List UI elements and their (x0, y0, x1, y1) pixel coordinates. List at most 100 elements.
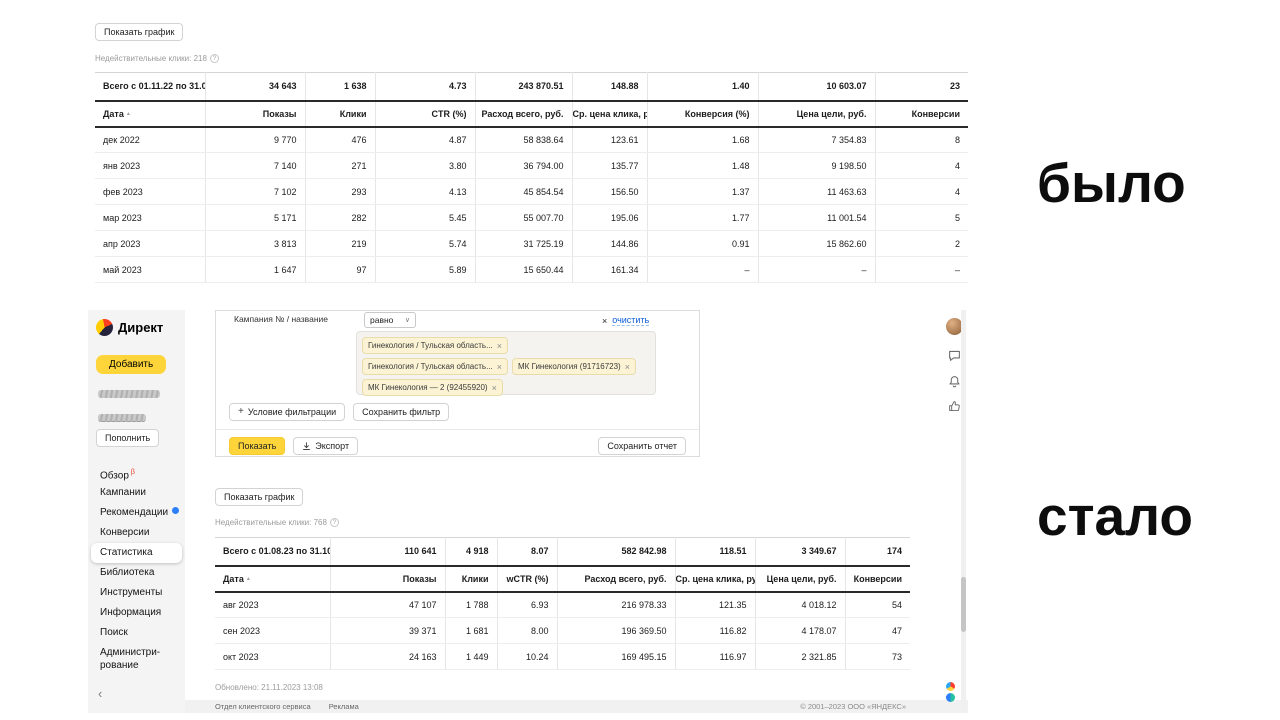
remove-chip-icon[interactable]: × (625, 362, 630, 372)
save-report-button[interactable]: Сохранить отчет (598, 437, 686, 455)
chip-label: МК Гинекология — 2 (92455920) (368, 383, 488, 392)
sidebar-item-library[interactable]: Библиотека (88, 563, 185, 583)
sidebar-item-overview[interactable]: Обзорβ (88, 463, 185, 483)
stat-cell: 7 140 (205, 153, 305, 179)
stat-cell: 1 788 (445, 592, 497, 618)
row-label: апр 2023 (95, 231, 205, 257)
column-header[interactable]: Расход всего, руб. (475, 101, 572, 127)
footer: Отдел клиентского сервиса Реклама © 2001… (185, 700, 968, 713)
stat-cell: 36 794.00 (475, 153, 572, 179)
remove-chip-icon[interactable]: × (492, 383, 497, 393)
stat-cell: 11 001.54 (758, 205, 875, 231)
stat-cell: 1 647 (205, 257, 305, 283)
column-header-date[interactable]: Дата▲ (95, 101, 205, 127)
stat-cell: 1.77 (647, 205, 758, 231)
stat-cell: 58 838.64 (475, 127, 572, 153)
operator-select[interactable]: равно ∨ (364, 312, 416, 328)
scrollbar-thumb[interactable] (961, 577, 966, 632)
stat-cell: 156.50 (572, 179, 647, 205)
sidebar-item-conversions[interactable]: Конверсии (88, 523, 185, 543)
table-row: мар 2023 5 171 282 5.45 55 007.70 195.06… (95, 205, 968, 231)
total-row: Всего с 01.08.23 по 31.10.23 110 641 4 9… (215, 538, 910, 566)
topup-button[interactable]: Пополнить (96, 429, 159, 447)
chat-icon[interactable] (948, 349, 961, 362)
filter-clear: × очистить (602, 315, 649, 326)
show-chart-button-before[interactable]: Показать график (95, 23, 183, 41)
column-header[interactable]: Клики (305, 101, 375, 127)
sidebar-item-administration[interactable]: Администри-рование (88, 643, 180, 675)
column-header[interactable]: Конверсии (875, 101, 968, 127)
save-filter-button[interactable]: Сохранить фильтр (353, 403, 449, 421)
column-header[interactable]: Ср. цена клика, руб. (675, 566, 755, 592)
beta-badge: β (131, 469, 135, 476)
bell-icon[interactable] (948, 375, 961, 388)
stat-cell: 8 (875, 127, 968, 153)
stat-cell: 1.37 (647, 179, 758, 205)
direct-logo-row[interactable]: Директ (96, 319, 163, 336)
filter-chip[interactable]: МК Гинекология — 2 (92455920) × (362, 379, 503, 396)
collapse-sidebar-button[interactable]: ‹ (98, 686, 102, 701)
filter-chip[interactable]: МК Гинекология (91716723)× (512, 358, 636, 375)
column-header[interactable]: Показы (205, 101, 305, 127)
after-stats-table: Всего с 01.08.23 по 31.10.23 110 641 4 9… (215, 537, 910, 670)
column-header[interactable]: CTR (%) (375, 101, 475, 127)
chat-widget-icon[interactable] (946, 693, 955, 702)
show-chart-button-after[interactable]: Показать график (215, 488, 303, 506)
add-button[interactable]: Добавить (96, 355, 166, 374)
column-header[interactable]: Конверсия (%) (647, 101, 758, 127)
filter-chip[interactable]: Гинекология / Тульская область...× (362, 358, 508, 375)
stat-cell: 8.00 (497, 618, 557, 644)
download-icon (302, 442, 311, 451)
stat-cell: 1.48 (647, 153, 758, 179)
sidebar-item-recommendations[interactable]: Рекомендации (88, 503, 185, 523)
stat-cell: 1 681 (445, 618, 497, 644)
show-button[interactable]: Показать (229, 437, 285, 455)
column-header[interactable]: Конверсии (845, 566, 910, 592)
column-header[interactable]: wCTR (%) (497, 566, 557, 592)
export-button[interactable]: Экспорт (293, 437, 358, 455)
column-header[interactable]: Расход всего, руб. (557, 566, 675, 592)
stat-cell: 97 (305, 257, 375, 283)
table-row: янв 2023 7 140 271 3.80 36 794.00 135.77… (95, 153, 968, 179)
stat-cell: 161.34 (572, 257, 647, 283)
app-name: Директ (118, 320, 163, 335)
column-header[interactable]: Ср. цена клика, руб. (572, 101, 647, 127)
stat-cell: 144.86 (572, 231, 647, 257)
stat-cell: 9 770 (205, 127, 305, 153)
stat-cell: 5 (875, 205, 968, 231)
sidebar-item-search[interactable]: Поиск (88, 623, 185, 643)
column-header[interactable]: Клики (445, 566, 497, 592)
footer-link-ads[interactable]: Реклама (329, 702, 359, 711)
column-header[interactable]: Цена цели, руб. (755, 566, 845, 592)
thumbs-up-icon[interactable] (948, 400, 961, 413)
stat-cell: 243 870.51 (475, 73, 572, 101)
table-row: авг 2023 47 107 1 788 6.93 216 978.33 12… (215, 592, 910, 618)
row-label: окт 2023 (215, 644, 330, 670)
scrollbar[interactable] (961, 310, 966, 713)
metrika-widget-icon[interactable] (946, 682, 955, 691)
column-header[interactable]: Показы (330, 566, 445, 592)
sidebar-item-information[interactable]: Информация (88, 603, 185, 623)
invalid-clicks-before: Недействительные клики: 218 ? (95, 54, 219, 63)
redacted-balance (98, 414, 146, 422)
help-icon[interactable]: ? (330, 518, 339, 527)
remove-chip-icon[interactable]: × (497, 341, 502, 351)
footer-link-support[interactable]: Отдел клиентского сервиса (215, 702, 311, 711)
stat-cell: 45 854.54 (475, 179, 572, 205)
add-filter-condition-button[interactable]: +Условие фильтрации (229, 403, 345, 421)
sidebar-item-campaigns[interactable]: Кампании (88, 483, 185, 503)
invalid-clicks-after: Недействительные клики: 768 ? (215, 518, 339, 527)
close-icon[interactable]: × (602, 316, 607, 326)
sidebar-item-statistics[interactable]: Статистика (91, 543, 182, 563)
stat-cell: 5.74 (375, 231, 475, 257)
filter-chip[interactable]: Гинекология / Тульская область...× (362, 337, 508, 354)
clear-filter-link[interactable]: очистить (612, 315, 649, 326)
sort-asc-icon: ▲ (126, 111, 131, 117)
sidebar-item-tools[interactable]: Инструменты (88, 583, 185, 603)
invalid-clicks-label: Недействительные клики: 768 (215, 518, 327, 527)
column-header-date[interactable]: Дата▲ (215, 566, 330, 592)
remove-chip-icon[interactable]: × (497, 362, 502, 372)
stat-cell: 4 018.12 (755, 592, 845, 618)
help-icon[interactable]: ? (210, 54, 219, 63)
column-header[interactable]: Цена цели, руб. (758, 101, 875, 127)
